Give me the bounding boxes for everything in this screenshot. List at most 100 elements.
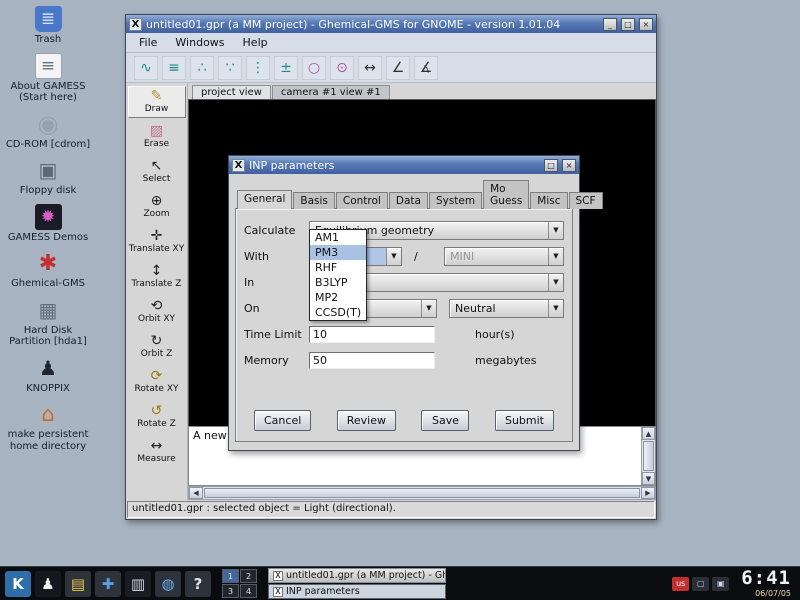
tool-orbit-z[interactable]: ↻ Orbit Z [128, 331, 186, 363]
tab-basis[interactable]: Basis [293, 192, 335, 209]
charge-tool-button[interactable]: ± [274, 56, 298, 80]
scroll-down-icon[interactable]: ▼ [642, 472, 655, 485]
dropdown-option[interactable]: AM1 [310, 230, 366, 245]
element-picker2-button[interactable]: ∵ [218, 56, 242, 80]
workspace-4[interactable]: 4 [240, 584, 257, 598]
horizontal-scrollbar[interactable]: ◀ ▶ [188, 486, 656, 500]
dropdown-option[interactable]: CCSD(T) [310, 305, 366, 320]
scroll-right-icon[interactable]: ▶ [641, 487, 655, 499]
desktop-icon-ghemical-gms[interactable]: ✱ Ghemical-GMS [2, 250, 94, 290]
dropdown-option[interactable]: RHF [310, 260, 366, 275]
tools-button[interactable]: ✚ [95, 571, 121, 597]
charge-combo[interactable]: Neutral ▼ [449, 299, 564, 318]
tab-misc[interactable]: Misc [530, 192, 567, 209]
vertical-scrollbar-thumb[interactable] [643, 441, 654, 471]
terminal-button[interactable]: ▥ [125, 571, 151, 597]
scroll-left-icon[interactable]: ◀ [189, 487, 203, 499]
keyboard-layout-icon[interactable]: us [672, 577, 689, 591]
workspace-2[interactable]: 2 [240, 569, 257, 583]
tool-rotate-xy[interactable]: ⟳ Rotate XY [128, 366, 186, 398]
measure-angle-button[interactable]: ∠ [386, 56, 410, 80]
dropdown-option[interactable]: PM3 [310, 245, 366, 260]
tool-orbit-xy[interactable]: ⟲ Orbit XY [128, 296, 186, 328]
window-menu-icon[interactable]: X [129, 18, 142, 31]
desktop-icon-trash[interactable]: ≣ Trash [2, 6, 94, 46]
cancel-button[interactable]: Cancel [254, 410, 311, 431]
tool-measure[interactable]: ↔ Measure [128, 436, 186, 468]
tab-system[interactable]: System [429, 192, 482, 209]
benzene-tool-button[interactable]: ⊙ [330, 56, 354, 80]
k-menu-button[interactable]: K [5, 571, 31, 597]
draw-chain-button[interactable]: ∿ [134, 56, 158, 80]
main-window-titlebar[interactable]: X untitled01.gpr (a MM project) - Ghemic… [126, 15, 656, 33]
display-settings-icon[interactable]: ▢ [692, 577, 709, 591]
tab-camera-view[interactable]: camera #1 view #1 [272, 85, 390, 99]
workspace-1[interactable]: 1 [222, 569, 239, 583]
submit-button[interactable]: Submit [495, 410, 554, 431]
desktop-icon-floppy[interactable]: ▣ Floppy disk [2, 157, 94, 197]
horizontal-scrollbar-thumb[interactable] [204, 488, 640, 498]
bond-order-button[interactable]: ≡ [162, 56, 186, 80]
clipboard-icon[interactable]: ▣ [712, 577, 729, 591]
chevron-down-icon[interactable]: ▼ [548, 274, 563, 291]
tool-draw[interactable]: ✎ Draw [128, 86, 186, 118]
hydrogen-add-button[interactable]: ⋮ [246, 56, 270, 80]
file-manager-button[interactable]: ▤ [65, 571, 91, 597]
tool-zoom[interactable]: ⊕ Zoom [128, 191, 186, 223]
workspace-3[interactable]: 3 [222, 584, 239, 598]
tab-mo-guess[interactable]: Mo Guess [483, 180, 529, 209]
tool-rotate-z[interactable]: ↺ Rotate Z [128, 401, 186, 433]
scroll-up-icon[interactable]: ▲ [642, 427, 655, 440]
tool-translate-xy[interactable]: ✛ Translate XY [128, 226, 186, 258]
tool-translate-z[interactable]: ↕ Translate Z [128, 261, 186, 293]
review-button[interactable]: Review [337, 410, 396, 431]
task-inp-parameters[interactable]: X INP parameters [268, 584, 446, 599]
vertical-scrollbar[interactable]: ▲ ▼ [641, 427, 655, 485]
chevron-down-icon[interactable]: ▼ [548, 300, 563, 317]
close-button[interactable]: × [562, 159, 576, 172]
ring-tool-button[interactable]: ○ [302, 56, 326, 80]
desktop-icon-persistent-home[interactable]: ⌂ make persistent home directory [2, 401, 94, 452]
chevron-down-icon[interactable]: ▼ [386, 248, 401, 265]
desktop-icon-knoppix[interactable]: ♟ KNOPPIX [2, 355, 94, 395]
memory-input[interactable] [309, 352, 435, 369]
tab-project-view[interactable]: project view [192, 85, 271, 99]
dialog-titlebar[interactable]: X INP parameters □ × [229, 156, 579, 174]
menu-file[interactable]: File [130, 34, 166, 51]
desktop-icon-about-gamess[interactable]: ≡ About GAMESS (Start here) [2, 53, 94, 104]
desktop-icon-gamess-demos[interactable]: ✹ GAMESS Demos [2, 204, 94, 244]
translate-xy-icon: ✛ [151, 229, 163, 244]
desktop-icon-label: Trash [35, 34, 61, 46]
tux-button[interactable]: ♟ [35, 571, 61, 597]
menu-windows[interactable]: Windows [166, 34, 233, 51]
time-limit-input[interactable] [309, 326, 435, 343]
element-picker-button[interactable]: ∴ [190, 56, 214, 80]
close-button[interactable]: × [639, 18, 653, 31]
task-main-window[interactable]: X untitled01.gpr (a MM project) - Ghemi [268, 568, 446, 583]
tab-scf[interactable]: SCF [569, 192, 603, 209]
desktop-icon-hda1[interactable]: ▦ Hard Disk Partition [hda1] [2, 297, 94, 348]
maximize-button[interactable]: □ [621, 18, 635, 31]
dropdown-option[interactable]: MP2 [310, 290, 366, 305]
document-icon: ≡ [41, 56, 55, 76]
menu-help[interactable]: Help [234, 34, 277, 51]
dropdown-option[interactable]: B3LYP [310, 275, 366, 290]
time-limit-unit: hour(s) [475, 328, 515, 341]
tab-control[interactable]: Control [336, 192, 388, 209]
tab-data[interactable]: Data [389, 192, 428, 209]
help-button[interactable]: ? [185, 571, 211, 597]
window-menu-icon[interactable]: X [232, 159, 245, 172]
tool-erase[interactable]: ▨ Erase [128, 121, 186, 153]
tool-select[interactable]: ↖ Select [128, 156, 186, 188]
web-browser-button[interactable]: ◍ [155, 571, 181, 597]
chevron-down-icon[interactable]: ▼ [421, 300, 436, 317]
desktop-icon-cdrom[interactable]: ◉ CD-ROM [cdrom] [2, 111, 94, 151]
main-window-title: untitled01.gpr (a MM project) - Ghemical… [146, 18, 599, 31]
measure-torsion-button[interactable]: ∡ [414, 56, 438, 80]
save-button[interactable]: Save [421, 410, 469, 431]
tab-general[interactable]: General [237, 190, 292, 209]
chevron-down-icon[interactable]: ▼ [548, 222, 563, 239]
measure-distance-button[interactable]: ↔ [358, 56, 382, 80]
maximize-button[interactable]: □ [544, 159, 558, 172]
minimize-button[interactable]: _ [603, 18, 617, 31]
